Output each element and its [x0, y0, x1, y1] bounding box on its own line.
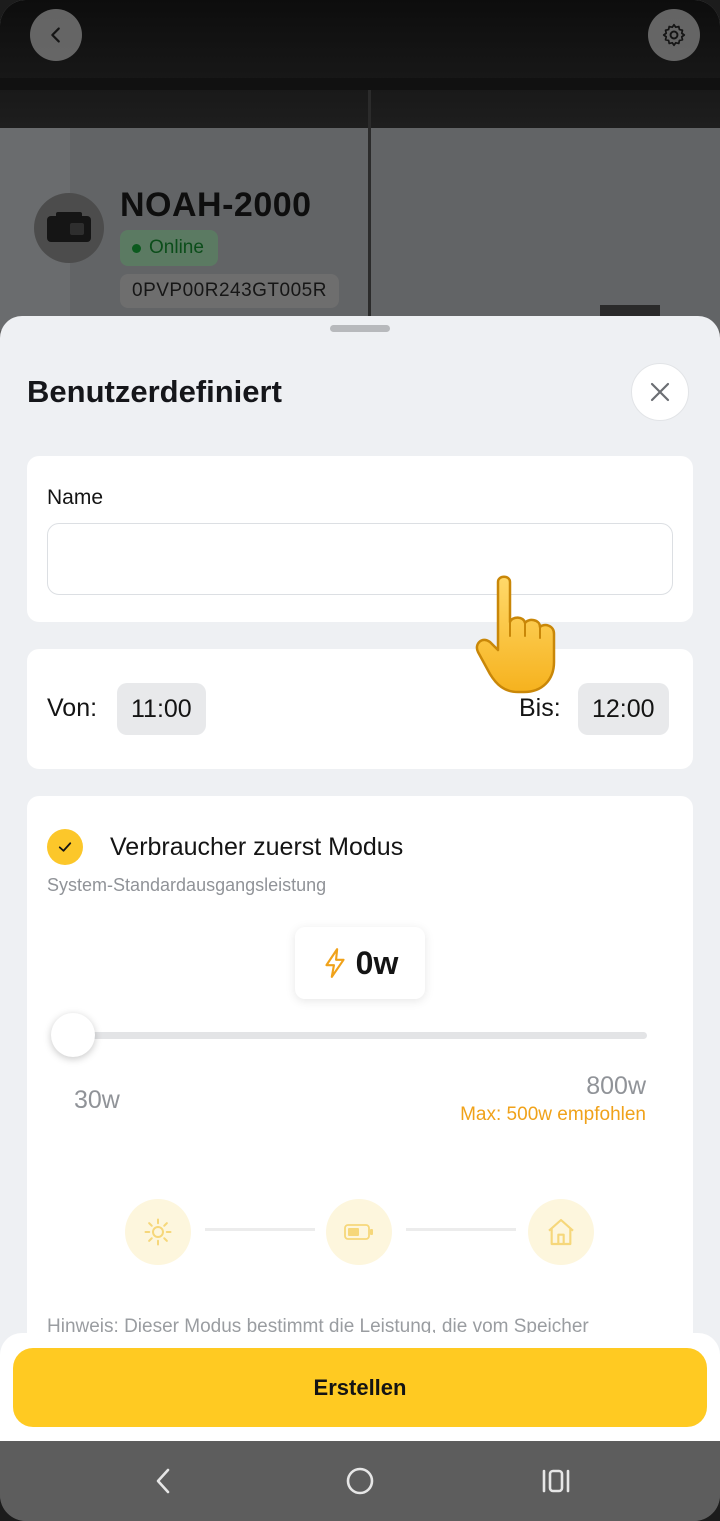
mode-title: Verbraucher zuerst Modus [110, 833, 404, 861]
nav-home-icon [346, 1467, 374, 1495]
from-time-picker[interactable]: 11:00 [117, 683, 206, 735]
nav-back-icon [156, 1468, 170, 1494]
sheet-title: Benutzerdefiniert [27, 374, 282, 409]
serial-number: 0PVP00R243GT005R [120, 274, 339, 308]
solar-node [125, 1199, 191, 1265]
online-dot-icon [132, 243, 141, 253]
cable-photo [368, 90, 371, 330]
roof-photo [0, 0, 720, 128]
home-node [528, 1199, 594, 1265]
nav-back-button[interactable] [134, 1455, 194, 1507]
create-button[interactable]: Erstellen [13, 1348, 707, 1427]
roof-edge [0, 78, 720, 90]
from-label: Von: [47, 694, 98, 722]
flow-connector [205, 1228, 315, 1231]
custom-schedule-sheet: Benutzerdefiniert Name Von: 11:00 Bis: 1… [0, 316, 720, 1441]
check-icon [58, 842, 72, 852]
status-badge: Online [120, 230, 218, 266]
slider-min-label: 30w [74, 1086, 120, 1114]
action-bar: Erstellen [0, 1333, 720, 1441]
screen: NOAH-2000 Online 0PVP00R243GT005R Benutz… [0, 0, 720, 1521]
close-icon [650, 382, 670, 402]
to-time-picker[interactable]: 12:00 [578, 683, 669, 735]
flow-connector [406, 1228, 516, 1231]
name-card: Name [27, 456, 693, 622]
back-button[interactable] [30, 9, 82, 61]
nav-recents-icon [542, 1469, 570, 1493]
mode-subtitle: System-Standardausgangsleistung [47, 875, 327, 895]
power-slider-track[interactable] [73, 1032, 647, 1039]
status-label: Online [149, 237, 204, 258]
mode-checkbox[interactable] [47, 829, 83, 865]
system-nav-bar [0, 1441, 720, 1521]
power-station-icon [47, 212, 91, 242]
chevron-left-icon [51, 27, 60, 43]
lightning-icon [325, 948, 345, 978]
name-label: Name [47, 486, 104, 509]
battery-node [326, 1199, 392, 1265]
nav-recents-button[interactable] [526, 1455, 586, 1507]
name-input[interactable] [47, 523, 673, 595]
gear-icon [662, 23, 686, 47]
slider-max-label: 800w [586, 1072, 646, 1100]
power-value: 0w [355, 944, 399, 981]
max-recommendation: Max: 500w empfohlen [460, 1104, 646, 1125]
device-avatar [34, 193, 104, 263]
close-button[interactable] [631, 363, 689, 421]
pointing-hand-icon [475, 575, 556, 694]
power-slider-thumb[interactable] [51, 1013, 95, 1057]
device-name: NOAH-2000 [120, 186, 312, 224]
battery-icon [344, 1224, 373, 1240]
time-range-card: Von: 11:00 Bis: 12:00 [27, 649, 693, 769]
power-readout: 0w [295, 927, 425, 999]
sun-icon [144, 1218, 172, 1246]
settings-button[interactable] [648, 9, 700, 61]
device-header-background: NOAH-2000 Online 0PVP00R243GT005R [0, 0, 720, 330]
house-icon [548, 1218, 574, 1246]
nav-home-button[interactable] [330, 1455, 390, 1507]
sheet-drag-handle[interactable] [330, 325, 390, 332]
